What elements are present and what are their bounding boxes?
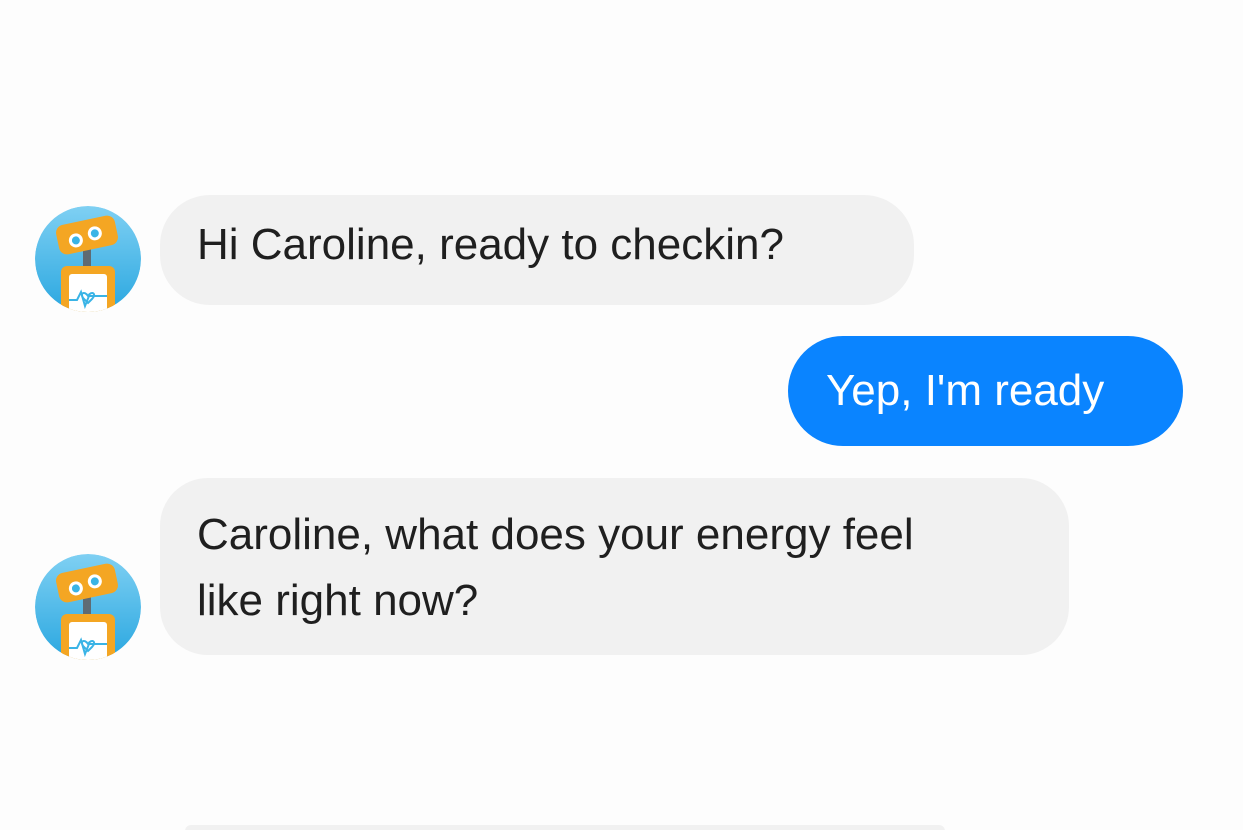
chat-screen: Hi Caroline, ready to checkin? Yep, I'm … <box>0 0 1243 830</box>
bot-message-bubble: Caroline, what does your energy feel lik… <box>160 478 1069 655</box>
message-text: Hi Caroline, ready to checkin? <box>197 220 784 269</box>
robot-bot-icon <box>35 206 141 312</box>
bot-message-bubble: Hi Caroline, ready to checkin? <box>160 195 914 305</box>
message-text: Yep, I'm ready <box>826 366 1105 415</box>
message-text-line: Caroline, what does your energy feel <box>197 510 914 559</box>
partial-message-bubble <box>185 825 945 830</box>
user-message-bubble: Yep, I'm ready <box>788 336 1183 446</box>
message-text-line: like right now? <box>197 576 479 625</box>
robot-bot-icon <box>35 554 141 660</box>
